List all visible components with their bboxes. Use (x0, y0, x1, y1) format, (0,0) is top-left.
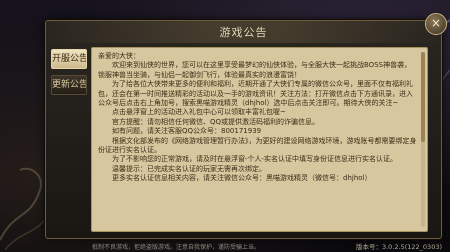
notice-paragraph: 官方提醒：请勿相信任何微信、QQ或提供激活码福利的诈骗信息。 (112, 117, 320, 126)
notice-paragraph: 欢迎来到仙侠的世界，您可以在这里享受最梦幻的仙侠体验，与全服大侠一起挑战BOSS… (98, 61, 412, 79)
notice-paragraph: 为了给各位大侠带来更多的便利和福利，近期开通了大侠们专属的微信公众号，里面不仅有… (98, 80, 413, 108)
notice-paragraph: 更多实名认证信息相关内容，请关注微信公众号：黑喵游戏精灵（微信号：dhjhol） (112, 174, 372, 183)
scrollbar-thumb[interactable] (421, 52, 425, 142)
health-notice: 抵制不良游戏，拒绝盗版游戏。注意自我保护，谨防受骗上当。 (92, 244, 261, 251)
announcement-dialog: 游戏公告 × 开服公告 更新公告 亲爱的大侠： 欢迎来到仙侠的世界，您可以在这里… (45, 13, 447, 239)
dialog-title: 游戏公告 (219, 26, 268, 39)
tab-update-notice[interactable]: 更新公告 (51, 75, 87, 95)
announcement-content-panel[interactable]: 亲爱的大侠： 欢迎来到仙侠的世界，您可以在这里享受最梦幻的仙侠体验，与全服大侠一… (91, 47, 428, 232)
announcement-text: 亲爱的大侠： 欢迎来到仙侠的世界，您可以在这里享受最梦幻的仙侠体验，与全服大侠一… (98, 52, 417, 227)
content-scrollbar[interactable] (421, 52, 425, 227)
tab-server-open-notice[interactable]: 开服公告 (51, 49, 87, 69)
announcement-tabs: 开服公告 更新公告 (51, 49, 87, 101)
notice-paragraph: 根据文化部发布的《网络游戏管理暂行办法》，为更好的建设网络游戏环境，游戏账号都需… (98, 136, 417, 155)
notice-paragraph: 点击悬浮窗上的活动进入礼包中心可以领取丰富礼包喔~ (112, 108, 286, 117)
dialog-title-bar: 游戏公告 (46, 21, 441, 43)
notice-paragraph: 为了不影响您的正常游戏，请及时在悬浮窗-个人-实名认证中填写身份证信息进行实名认… (112, 155, 398, 164)
notice-greeting: 亲爱的大侠： (98, 52, 140, 60)
notice-paragraph: 温馨提示：已完成实名认证的玩家无需再次绑定。 (112, 164, 266, 173)
version-label: 版本号：3.0.2.5(122_0303) (355, 243, 442, 251)
notice-paragraph: 如有问题，请关注客服QQ公众号：800171939 (112, 127, 262, 136)
close-button[interactable]: × (425, 13, 447, 35)
